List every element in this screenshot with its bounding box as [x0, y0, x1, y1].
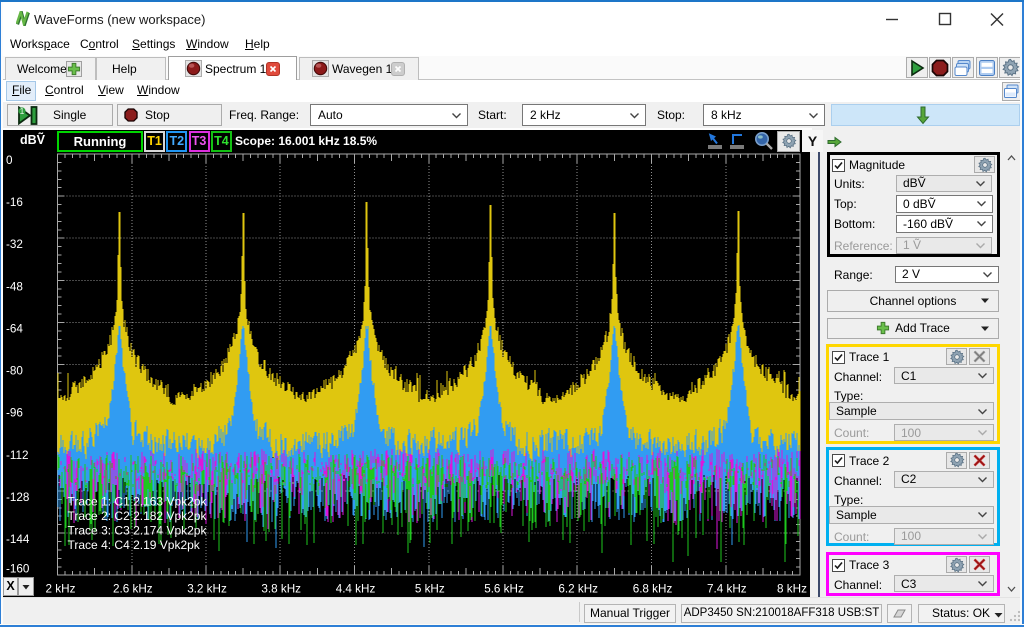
svg-text:6.2 kHz: 6.2 kHz	[558, 583, 598, 596]
svg-text:Trace 1: C1 2.163 Vpk2pk: Trace 1: C1 2.163 Vpk2pk	[68, 495, 208, 509]
svg-text:Trace 3: C3 2.174 Vpk2pk: Trace 3: C3 2.174 Vpk2pk	[68, 524, 208, 538]
svg-text:-48: -48	[6, 280, 23, 293]
svg-text:-64: -64	[6, 323, 23, 336]
svg-text:-128: -128	[6, 491, 29, 504]
svg-text:-144: -144	[6, 533, 30, 546]
svg-text:-16: -16	[6, 196, 23, 209]
svg-text:6.8 kHz: 6.8 kHz	[633, 583, 673, 596]
svg-text:1: 1	[20, 106, 25, 116]
svg-text:2.6 kHz: 2.6 kHz	[113, 583, 153, 596]
svg-text:-96: -96	[6, 407, 23, 420]
svg-text:-80: -80	[6, 365, 23, 378]
svg-text:8 kHz: 8 kHz	[777, 583, 807, 596]
svg-text:3.2 kHz: 3.2 kHz	[187, 583, 227, 596]
svg-text:7.4 kHz: 7.4 kHz	[707, 583, 747, 596]
svg-text:3.8 kHz: 3.8 kHz	[261, 583, 301, 596]
svg-text:2 kHz: 2 kHz	[46, 583, 76, 596]
svg-text:Trace 2: C2 2.182 Vpk2pk: Trace 2: C2 2.182 Vpk2pk	[68, 509, 208, 523]
svg-text:4.4 kHz: 4.4 kHz	[336, 583, 376, 596]
svg-text:-112: -112	[6, 449, 29, 462]
svg-text:-32: -32	[6, 238, 23, 251]
svg-text:-160: -160	[6, 563, 30, 576]
svg-text:5 kHz: 5 kHz	[415, 583, 445, 596]
svg-text:5.6 kHz: 5.6 kHz	[484, 583, 524, 596]
svg-text:Trace 4: C4 2.19 Vpk2pk: Trace 4: C4 2.19 Vpk2pk	[68, 538, 201, 552]
svg-text:0: 0	[6, 154, 13, 167]
